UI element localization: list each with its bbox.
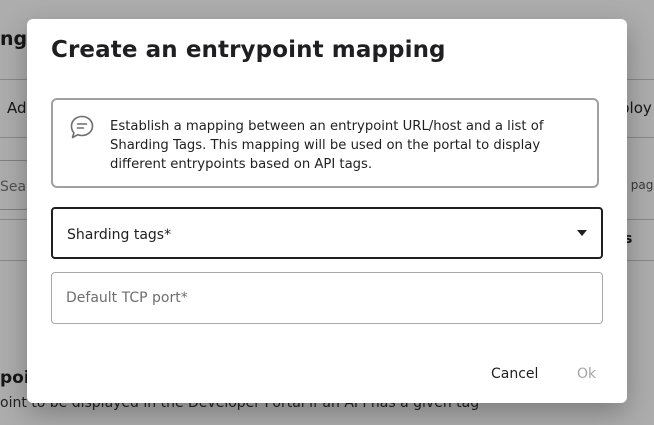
chat-bubble-icon [70,115,94,139]
chevron-down-icon[interactable] [577,230,587,236]
default-tcp-port-input[interactable] [66,273,586,323]
entrypoint-mapping-dialog: Create an entrypoint mapping Establish a… [27,19,627,403]
ok-button[interactable]: Ok [569,362,604,386]
default-tcp-port-field[interactable] [51,272,603,324]
cancel-button[interactable]: Cancel [483,362,546,386]
dialog-title: Create an entrypoint mapping [51,37,446,63]
sharding-tags-select[interactable]: Sharding tags* [51,207,603,259]
info-banner: Establish a mapping between an entrypoin… [51,98,599,188]
info-text: Establish a mapping between an entrypoin… [110,119,544,172]
sharding-tags-label: Sharding tags* [67,227,172,243]
